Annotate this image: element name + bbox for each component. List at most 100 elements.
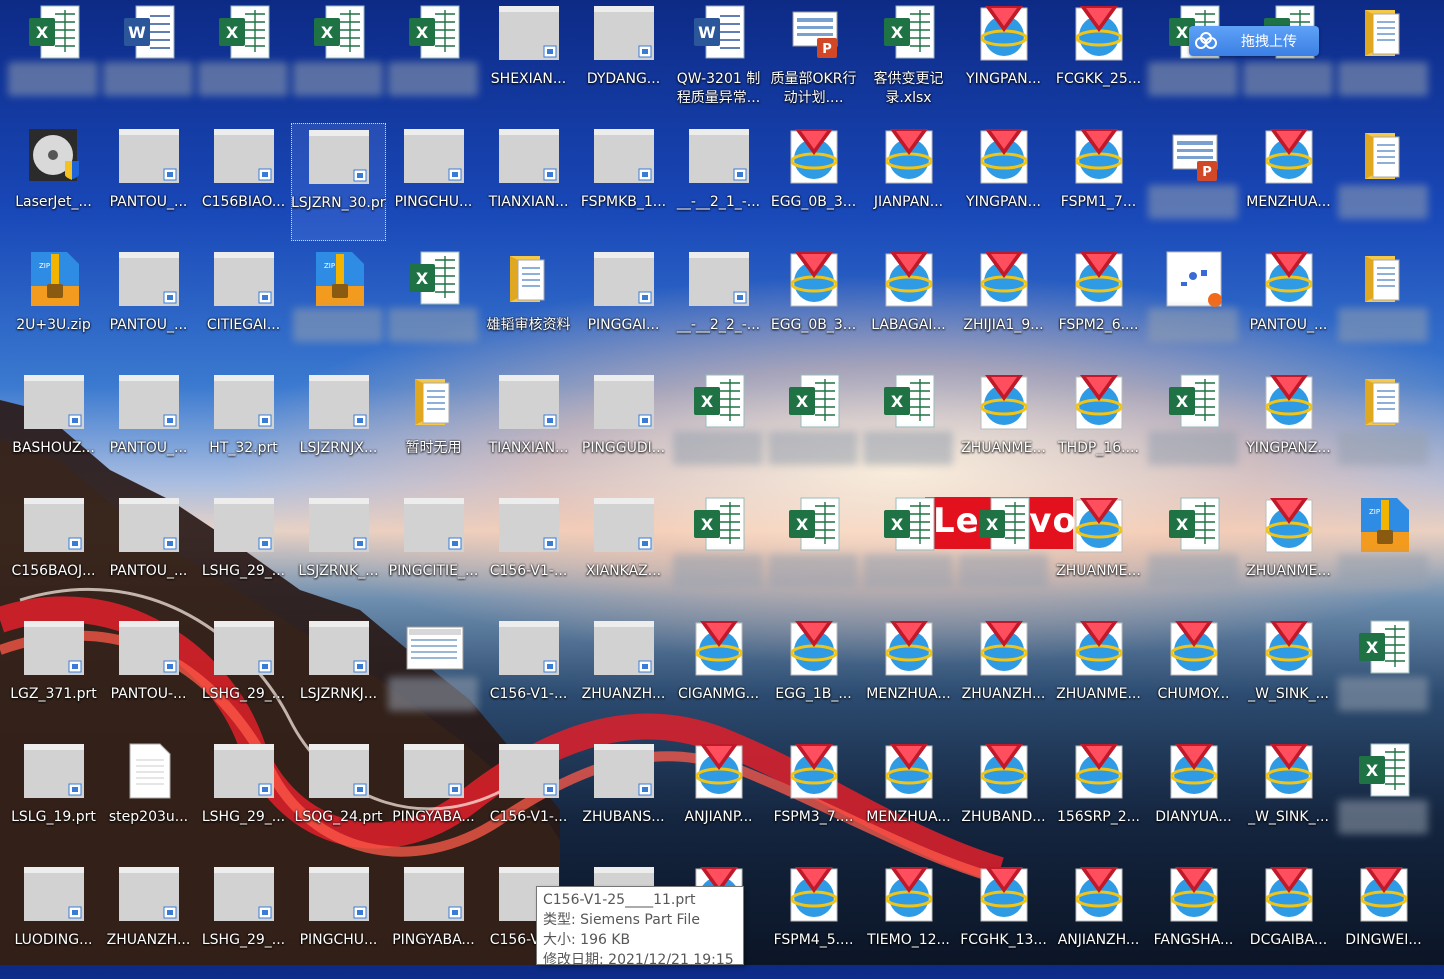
desktop-icon[interactable]: FCGKK_25... xyxy=(1051,0,1146,118)
desktop-icon[interactable]: PANTOU_... xyxy=(101,492,196,610)
desktop-icon[interactable]: SHEXIAN... xyxy=(481,0,576,118)
desktop-icon[interactable]: X xyxy=(1146,369,1241,487)
desktop-icon[interactable]: LSHG_29_... xyxy=(196,861,291,979)
desktop-icon[interactable]: PINGCHU... xyxy=(386,123,481,241)
desktop-icon[interactable]: EGG_1B_... xyxy=(766,615,861,733)
desktop-icon[interactable]: step203u... xyxy=(101,738,196,856)
desktop-icon[interactable]: C156BIAO... xyxy=(196,123,291,241)
desktop-icon[interactable]: X xyxy=(6,0,101,118)
desktop-icon[interactable]: FCGHK_13... xyxy=(956,861,1051,979)
desktop-icon[interactable]: 雄韬审核资料 xyxy=(481,246,576,364)
desktop-icon[interactable]: ZHUANME... xyxy=(956,369,1051,487)
desktop-icon[interactable] xyxy=(1336,123,1431,241)
desktop-icon[interactable]: PINGYABA... xyxy=(386,738,481,856)
desktop-icon[interactable]: FSPM4_5.... xyxy=(766,861,861,979)
desktop-icon[interactable]: __-__2_1_-... xyxy=(671,123,766,241)
desktop-icon[interactable]: ANJIANZH... xyxy=(1051,861,1146,979)
desktop-icon[interactable]: PINGGUDI... xyxy=(576,369,671,487)
desktop-icon[interactable]: PINGCITIE_... xyxy=(386,492,481,610)
desktop-icon[interactable]: P xyxy=(1146,123,1241,241)
desktop-icon[interactable]: EGG_0B_3... xyxy=(766,123,861,241)
desktop-icon[interactable]: TIANXIAN... xyxy=(481,369,576,487)
desktop-icon[interactable]: THDP_16.... xyxy=(1051,369,1146,487)
desktop-icon[interactable] xyxy=(1336,0,1431,118)
desktop-icon[interactable]: X xyxy=(766,492,861,610)
desktop-icon[interactable]: X 客供变更记录.xlsx xyxy=(861,0,956,118)
desktop-icon[interactable]: YINGPAN... xyxy=(956,123,1051,241)
drag-upload-button[interactable]: 拖拽上传 xyxy=(1189,26,1319,56)
desktop-icon[interactable]: P 质量部OKR行动计划.... xyxy=(766,0,861,118)
desktop-icon[interactable]: FSPM1_7... xyxy=(1051,123,1146,241)
desktop-icon[interactable]: X xyxy=(1336,615,1431,733)
desktop-icon[interactable]: LSQG_24.prt xyxy=(291,738,386,856)
desktop-icon[interactable]: C156BAOJ... xyxy=(6,492,101,610)
desktop-icon[interactable]: C156-V1-... xyxy=(481,492,576,610)
desktop-icon[interactable]: DYDANG... xyxy=(576,0,671,118)
desktop-icon[interactable]: 156SRP_2... xyxy=(1051,738,1146,856)
desktop-icon[interactable] xyxy=(386,615,481,733)
desktop-icon[interactable]: X xyxy=(1336,738,1431,856)
desktop-icon[interactable]: TIEMO_12... xyxy=(861,861,956,979)
desktop-icon[interactable]: X xyxy=(861,369,956,487)
desktop-icon[interactable]: HT_32.prt xyxy=(196,369,291,487)
desktop-icon[interactable]: DIANYUA... xyxy=(1146,738,1241,856)
desktop-icon[interactable]: YINGPANZ... xyxy=(1241,369,1336,487)
desktop-icon[interactable]: 暂时无用 xyxy=(386,369,481,487)
desktop-icon[interactable]: C156-V1-... xyxy=(481,615,576,733)
desktop-icon[interactable]: ZHUANZH... xyxy=(101,861,196,979)
desktop-icon[interactable]: X xyxy=(861,492,956,610)
desktop-icon[interactable]: FSPM2_6.... xyxy=(1051,246,1146,364)
desktop-icon[interactable]: W QW-3201 制程质量异常... xyxy=(671,0,766,118)
desktop-icon[interactable]: _W_SINK_... xyxy=(1241,738,1336,856)
desktop-icon[interactable]: DCGAIBA... xyxy=(1241,861,1336,979)
desktop-icon[interactable] xyxy=(1336,246,1431,364)
desktop-icon[interactable]: CHUMOY... xyxy=(1146,615,1241,733)
desktop-icon[interactable]: LABAGAI... xyxy=(861,246,956,364)
desktop-icon[interactable]: FSPMKB_1... xyxy=(576,123,671,241)
desktop-icon[interactable]: YINGPAN... xyxy=(956,0,1051,118)
desktop-icon[interactable]: X xyxy=(671,492,766,610)
desktop-icon[interactable]: DINGWEI... xyxy=(1336,861,1431,979)
desktop-icon[interactable]: MENZHUA... xyxy=(861,615,956,733)
desktop-icon[interactable]: ZHIJIA1_9... xyxy=(956,246,1051,364)
desktop-icon[interactable]: ZHUBANS... xyxy=(576,738,671,856)
desktop-icon[interactable]: XIANKAZ... xyxy=(576,492,671,610)
desktop-icon[interactable]: ZHUANME... xyxy=(1051,615,1146,733)
desktop-icon[interactable]: LUODING... xyxy=(6,861,101,979)
desktop-icon[interactable]: LSHG_29_... xyxy=(196,615,291,733)
desktop-icon[interactable]: PANTOU_... xyxy=(101,369,196,487)
desktop-icon[interactable]: LaserJet_... xyxy=(6,123,101,241)
desktop-icon[interactable]: _W_SINK_... xyxy=(1241,615,1336,733)
desktop-icon[interactable]: PANTOU_... xyxy=(1241,246,1336,364)
desktop-icon[interactable]: TIANXIAN... xyxy=(481,123,576,241)
desktop-icon[interactable]: ZHUANME... xyxy=(1051,492,1146,610)
desktop-icon[interactable]: X xyxy=(671,369,766,487)
desktop-icon[interactable]: X xyxy=(196,0,291,118)
desktop-icon[interactable]: LGZ_371.prt xyxy=(6,615,101,733)
desktop-icon[interactable]: CITIEGAI... xyxy=(196,246,291,364)
desktop-icon[interactable]: ZIP xyxy=(291,246,386,364)
desktop-icon[interactable]: JIANPAN... xyxy=(861,123,956,241)
desktop-icon[interactable]: PINGYABA... xyxy=(386,861,481,979)
desktop-icon[interactable]: PANTOU-... xyxy=(101,615,196,733)
desktop-icon[interactable]: C156-V1-... xyxy=(481,738,576,856)
desktop-icon[interactable]: ANJIANP... xyxy=(671,738,766,856)
desktop-icon[interactable]: X xyxy=(1146,492,1241,610)
desktop-icon[interactable]: X xyxy=(1241,0,1336,118)
desktop-icon[interactable]: FSPM3_7.... xyxy=(766,738,861,856)
desktop-icon[interactable]: ZHUANZH... xyxy=(956,615,1051,733)
desktop-icon[interactable]: W xyxy=(101,0,196,118)
desktop-icon[interactable]: PANTOU_... xyxy=(101,246,196,364)
desktop-icon[interactable]: X xyxy=(1146,0,1241,118)
desktop-icon[interactable]: MENZHUA... xyxy=(1241,123,1336,241)
desktop-icon[interactable]: LSJZRNK_... xyxy=(291,492,386,610)
desktop-icon[interactable] xyxy=(1146,246,1241,364)
desktop-icon[interactable]: EGG_0B_3... xyxy=(766,246,861,364)
desktop-icon[interactable]: X xyxy=(291,0,386,118)
desktop-icon[interactable]: ZHUBAND... xyxy=(956,738,1051,856)
desktop-icon[interactable]: CIGANMG... xyxy=(671,615,766,733)
desktop-icon[interactable]: LSHG_29_... xyxy=(196,492,291,610)
desktop-icon[interactable]: FANGSHA... xyxy=(1146,861,1241,979)
desktop-icon[interactable]: PINGCHU... xyxy=(291,861,386,979)
desktop-icon[interactable]: LSLG_19.prt xyxy=(6,738,101,856)
